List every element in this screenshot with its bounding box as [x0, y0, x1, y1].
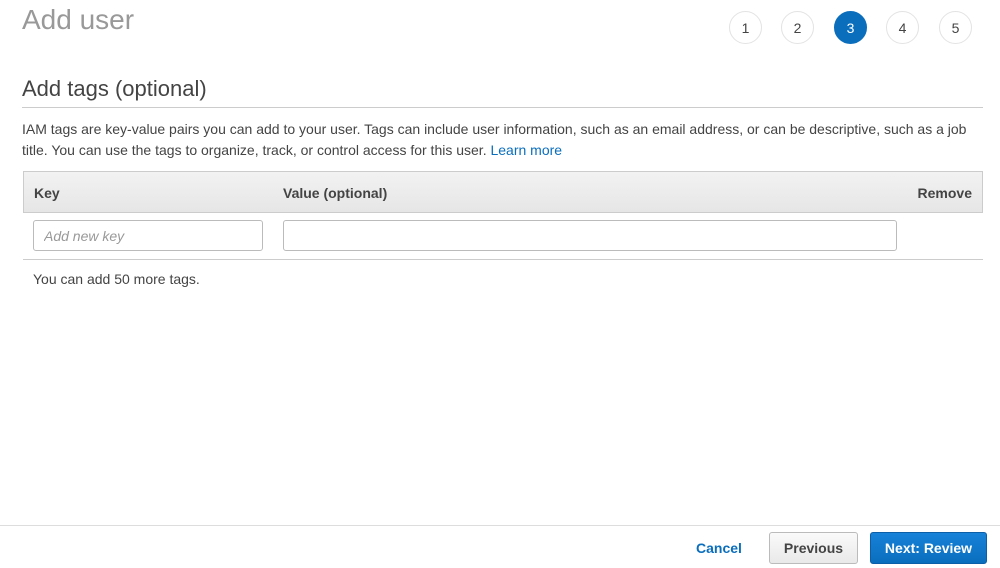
table-row — [23, 213, 983, 260]
step-3-current[interactable]: 3 — [834, 11, 867, 44]
step-1[interactable]: 1 — [729, 11, 762, 44]
step-4[interactable]: 4 — [886, 11, 919, 44]
section-title: Add tags (optional) — [22, 76, 207, 101]
footer-divider — [0, 525, 1000, 526]
column-header-remove: Remove — [917, 185, 972, 201]
column-header-value: Value (optional) — [283, 185, 388, 201]
tag-key-input[interactable] — [33, 220, 263, 251]
section-description: IAM tags are key-value pairs you can add… — [22, 119, 982, 161]
step-2[interactable]: 2 — [781, 11, 814, 44]
cancel-button[interactable]: Cancel — [696, 540, 742, 556]
section-divider — [22, 107, 983, 108]
column-header-key: Key — [34, 185, 60, 201]
previous-button[interactable]: Previous — [769, 532, 858, 564]
tag-value-input[interactable] — [283, 220, 897, 251]
tags-table-header: Key Value (optional) Remove — [23, 171, 983, 213]
step-5[interactable]: 5 — [939, 11, 972, 44]
page-title: Add user — [22, 4, 135, 35]
learn-more-link[interactable]: Learn more — [490, 142, 562, 158]
tags-remaining-hint: You can add 50 more tags. — [33, 271, 200, 287]
next-review-button[interactable]: Next: Review — [870, 532, 987, 564]
